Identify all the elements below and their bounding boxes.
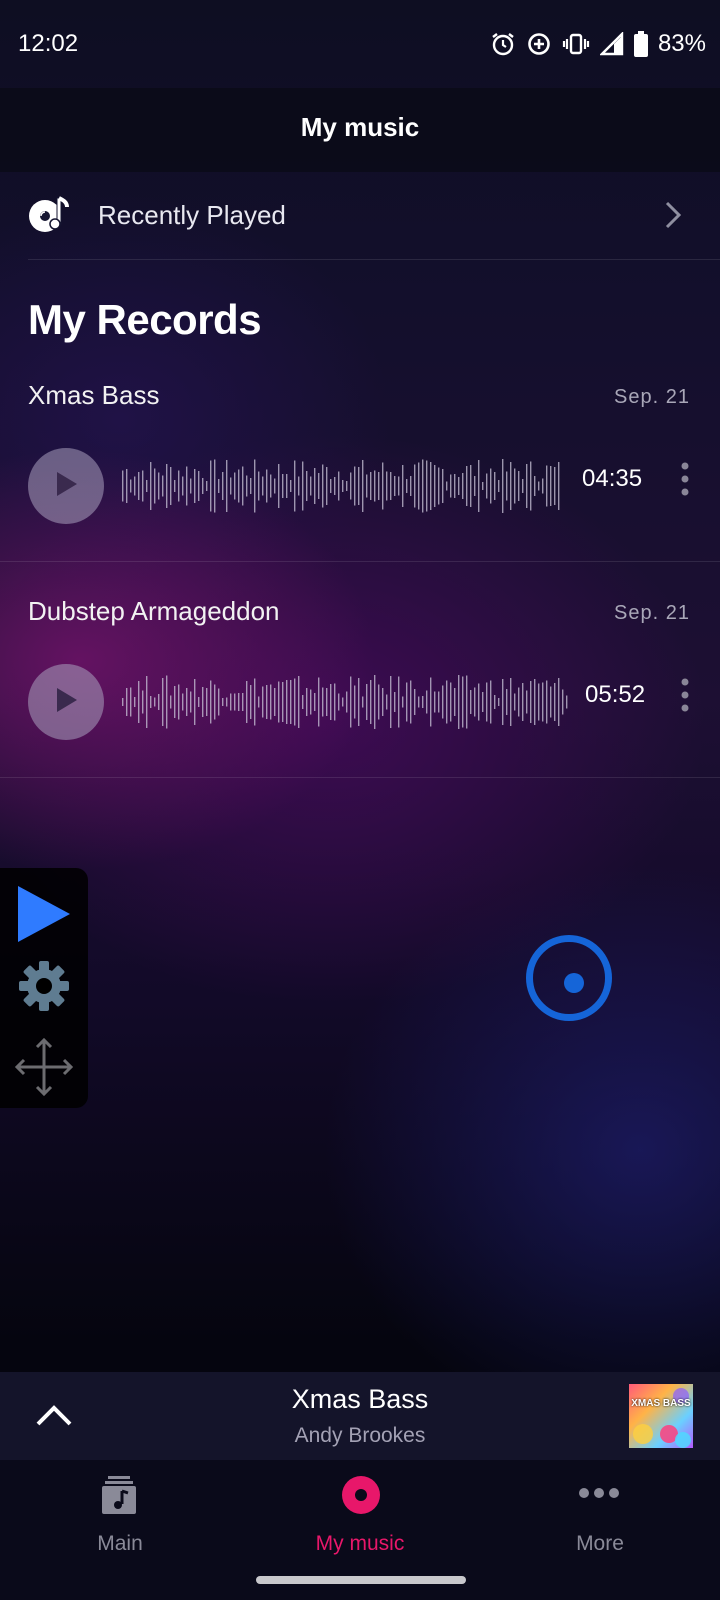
divider — [0, 561, 720, 562]
play-icon — [53, 686, 79, 719]
divider — [28, 259, 720, 260]
waveform[interactable] — [121, 458, 561, 514]
floating-tool-panel — [0, 868, 88, 1108]
nav-label-my-music: My music — [315, 1532, 405, 1555]
recently-played-label: Recently Played — [98, 200, 286, 230]
gear-icon[interactable] — [18, 960, 70, 1017]
more-options-icon[interactable] — [680, 462, 690, 501]
target-dot — [564, 973, 584, 993]
status-bar: 12:02 83% — [0, 0, 720, 88]
signal-icon — [599, 32, 624, 56]
album-art[interactable]: XMAS BASS — [629, 1384, 693, 1448]
record-date: Sep. 21 — [614, 386, 690, 408]
nav-label-more: More — [576, 1532, 624, 1555]
status-time: 12:02 — [18, 30, 79, 57]
home-indicator — [256, 1576, 466, 1584]
record-title: Dubstep Armageddon — [28, 596, 280, 626]
vibrate-icon — [562, 31, 590, 57]
nav-item-more[interactable]: More — [480, 1460, 720, 1570]
record-item: Dubstep Armageddon Sep. 21 05:52 — [0, 586, 720, 776]
status-icons: 83% — [490, 30, 706, 58]
record-item: Xmas Bass Sep. 21 04:35 — [0, 370, 720, 560]
record-title: Xmas Bass — [28, 380, 160, 410]
nav-label-main: Main — [97, 1532, 143, 1555]
music-file-icon — [102, 1476, 136, 1519]
nav-item-my-music[interactable]: My music — [240, 1460, 480, 1570]
data-saver-icon — [526, 31, 552, 57]
now-playing-title: Xmas Bass — [291, 1384, 429, 1414]
play-icon — [53, 470, 79, 503]
mini-player[interactable]: Xmas Bass Andy Brookes XMAS BASS — [0, 1372, 720, 1460]
play-button[interactable] — [28, 664, 104, 740]
album-art-text: XMAS BASS — [631, 1398, 691, 1409]
recently-played-row[interactable]: Recently Played — [0, 172, 720, 258]
nav-item-main[interactable]: Main — [0, 1460, 240, 1570]
move-icon[interactable] — [13, 1036, 75, 1103]
divider — [0, 777, 720, 778]
play-button[interactable] — [28, 448, 104, 524]
now-playing-artist: Andy Brookes — [294, 1424, 426, 1447]
record-date: Sep. 21 — [614, 602, 690, 624]
record-icon — [342, 1476, 380, 1519]
record-duration: 05:52 — [585, 681, 646, 708]
section-heading: My Records — [28, 296, 262, 343]
app-header: My music — [0, 88, 720, 172]
record-duration: 04:35 — [582, 465, 643, 492]
music-disc-icon — [28, 194, 70, 239]
play-icon[interactable] — [16, 884, 72, 949]
page-title: My music — [300, 112, 420, 142]
waveform[interactable] — [121, 674, 569, 730]
battery-icon — [633, 31, 648, 57]
battery-percent: 83% — [657, 30, 706, 57]
more-dots-icon — [578, 1486, 620, 1504]
alarm-icon — [490, 31, 516, 57]
chevron-right-icon — [664, 200, 682, 235]
more-options-icon[interactable] — [680, 678, 690, 717]
